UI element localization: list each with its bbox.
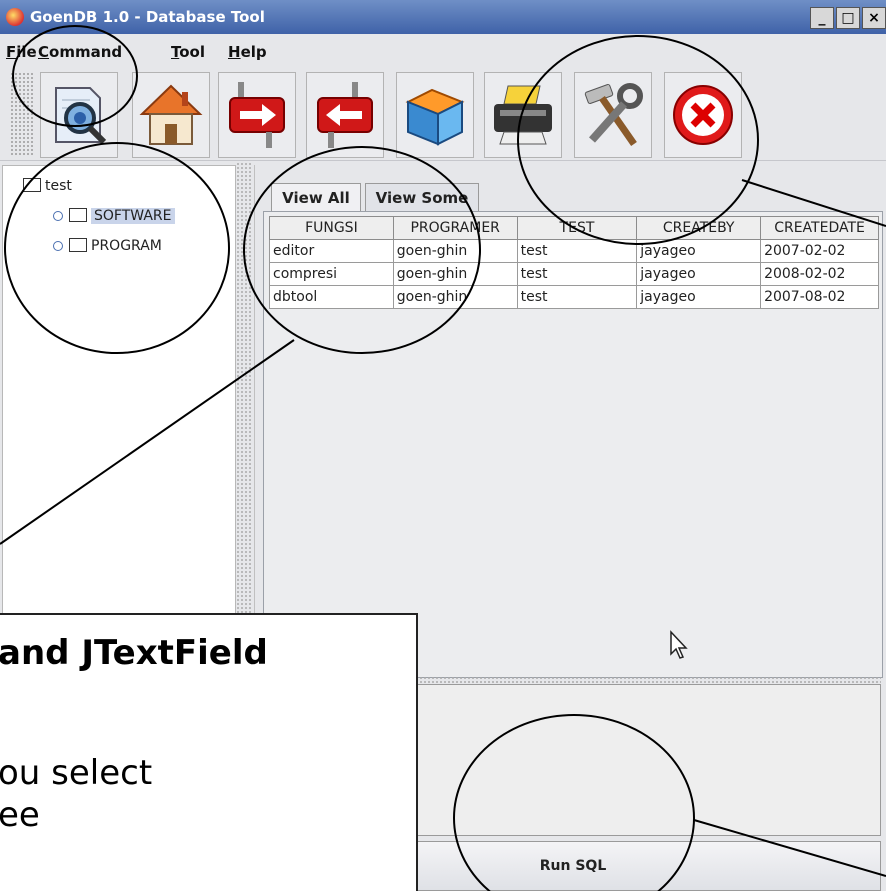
app-window: GoenDB 1.0 - Database Tool _ □ × File Co…	[0, 0, 886, 891]
window-title: GoenDB 1.0 - Database Tool	[30, 8, 265, 26]
column-header[interactable]: CREATEDATE	[760, 216, 879, 240]
tab-view-all[interactable]: View All	[271, 183, 361, 212]
tab-panel: FUNGSI PROGRAMER TEST CREATEBY CREATEDAT…	[263, 211, 883, 678]
callout-line: ee	[0, 795, 40, 835]
menu-command[interactable]: Command	[38, 43, 122, 61]
table-cell[interactable]: 2007-02-02	[760, 239, 879, 263]
home-icon	[139, 84, 203, 145]
annotation-callout-box: and JTextField ou select ee	[0, 613, 418, 891]
table-cell[interactable]: test	[516, 285, 638, 309]
table-cell[interactable]: jayageo	[636, 239, 762, 263]
column-header[interactable]: PROGRAMER	[392, 216, 518, 240]
folder-icon	[69, 208, 87, 222]
table-row[interactable]: editor goen-ghin test jayageo 2007-02-02	[269, 239, 879, 263]
table-cell[interactable]: test	[516, 262, 638, 286]
table-row[interactable]: dbtool goen-ghin test jayageo 2007-08-02	[269, 285, 879, 309]
printer-icon	[494, 85, 552, 145]
menu-file[interactable]: File	[6, 43, 37, 61]
print-button[interactable]	[484, 72, 562, 158]
callout-line: ou select	[0, 753, 153, 793]
folder-icon	[23, 178, 41, 192]
table-cell[interactable]: test	[516, 239, 638, 263]
table-cell[interactable]: goen-ghin	[392, 262, 518, 286]
box-icon	[405, 88, 465, 146]
search-icon	[55, 87, 107, 145]
tree-node-program[interactable]: PROGRAM	[53, 238, 162, 254]
box-button[interactable]	[396, 72, 474, 158]
table-cell[interactable]: editor	[269, 239, 394, 263]
table-cell[interactable]: 2008-02-02	[760, 262, 879, 286]
data-table: FUNGSI PROGRAMER TEST CREATEBY CREATEDAT…	[269, 216, 879, 309]
app-icon	[6, 8, 24, 26]
table-cell[interactable]: dbtool	[269, 285, 394, 309]
table-cell[interactable]: compresi	[269, 262, 394, 286]
forward-button[interactable]	[218, 72, 296, 158]
mouse-cursor-icon	[670, 630, 688, 659]
tree-node-software[interactable]: SOFTWARE	[53, 208, 175, 224]
table-cell[interactable]: 2007-08-02	[760, 285, 879, 309]
maximize-button[interactable]: □	[836, 7, 860, 29]
toolbar-grip[interactable]	[10, 72, 34, 156]
table-cell[interactable]: jayageo	[636, 262, 762, 286]
exit-icon	[673, 85, 733, 145]
home-button[interactable]	[132, 72, 210, 158]
tools-button[interactable]	[574, 72, 652, 158]
minimize-button[interactable]: _	[810, 7, 834, 29]
back-icon	[317, 82, 373, 148]
forward-icon	[229, 82, 285, 148]
toolbar	[0, 68, 886, 161]
callout-line: and JTextField	[0, 633, 268, 673]
close-button[interactable]: ×	[862, 7, 886, 29]
search-button[interactable]	[40, 72, 118, 158]
menu-tool[interactable]: Tool	[171, 43, 205, 61]
menu-bar: File Command Tool Help	[0, 34, 886, 68]
table-row[interactable]: compresi goen-ghin test jayageo 2008-02-…	[269, 262, 879, 286]
column-header[interactable]: CREATEBY	[636, 216, 762, 240]
folder-icon	[69, 238, 87, 252]
table-header-row: FUNGSI PROGRAMER TEST CREATEBY CREATEDAT…	[269, 216, 879, 240]
expand-handle-icon[interactable]	[53, 241, 63, 251]
title-bar: GoenDB 1.0 - Database Tool _ □ ×	[0, 0, 886, 34]
table-cell[interactable]: goen-ghin	[392, 285, 518, 309]
column-header[interactable]: FUNGSI	[269, 216, 394, 240]
table-cell[interactable]: goen-ghin	[392, 239, 518, 263]
menu-help[interactable]: Help	[228, 43, 267, 61]
table-cell[interactable]: jayageo	[636, 285, 762, 309]
column-header[interactable]: TEST	[516, 216, 638, 240]
expand-handle-icon[interactable]	[53, 211, 63, 221]
tree-root[interactable]: test	[23, 178, 72, 194]
exit-button[interactable]	[664, 72, 742, 158]
back-button[interactable]	[306, 72, 384, 158]
tools-icon	[584, 83, 643, 146]
tab-view-some[interactable]: View Some	[365, 183, 479, 212]
